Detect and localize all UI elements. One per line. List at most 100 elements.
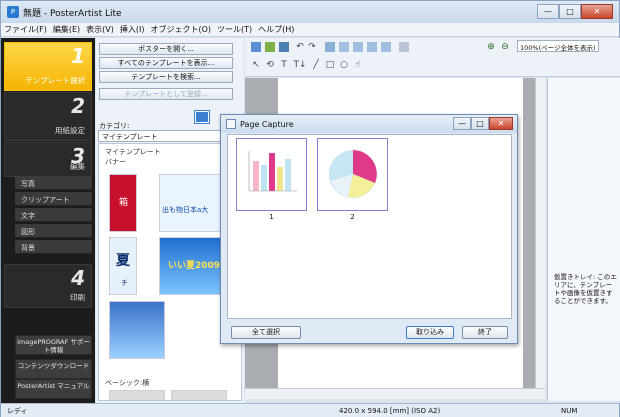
step-edit[interactable]: 3 編集 [4,142,92,177]
step-template-select[interactable]: 1 テンプレート選択 [4,42,92,91]
zoom-in-icon[interactable]: ⊕ [486,42,496,52]
edit-item-clipart[interactable]: クリップアート [15,192,92,206]
capture-thumb-1[interactable] [236,138,307,211]
window-title: 無題 - PosterArtist Lite [23,8,122,19]
select-all-button[interactable]: 全て選択 [231,326,301,339]
edit-item-text[interactable]: 文字 [15,208,92,222]
text-icon[interactable]: T [279,60,289,70]
step-label: 印刷 [70,293,85,302]
status-bar: レディ 420.0 x 594.0 [mm] (ISO A2) NUM [1,403,619,417]
app-icon: P [7,6,19,18]
zoom-select[interactable]: 100%(ページ全体を表示) [517,40,599,52]
capture-number: 1 [269,213,274,221]
vertical-text-icon[interactable]: T↓ [293,60,307,70]
search-templates-button[interactable]: テンプレートを検索... [99,71,233,83]
thumb-text: 夏 [116,253,130,269]
dialog-title-bar: Page Capture — □ ✕ [221,115,517,133]
undo-icon[interactable]: ↶ [295,42,305,52]
status-paper-size: 420.0 x 594.0 [mm] (ISO A2) [339,406,441,415]
dialog-icon [226,119,236,129]
edit-item-shape[interactable]: 図形 [15,224,92,238]
template-thumb[interactable]: 箱 [109,174,137,232]
workflow-nav: 1 テンプレート選択 2 用紙設定 3 編集 写真 クリップアート 文字 図形 … [1,38,95,403]
manual-button[interactable]: PosterArtist マニュアル [15,379,92,399]
exit-button[interactable]: 終了 [462,326,508,339]
support-info-button[interactable]: imagePROGRAF サポート情報 [15,335,92,355]
thumb-text: チ [121,279,128,287]
tray-hint: 仮置きトレイ: このエリアに、テンプレートや画像を仮置きすることができます。 [554,273,617,305]
show-all-templates-button[interactable]: すべてのテンプレートを表示... [99,57,233,69]
grid-view-icon[interactable] [194,110,210,124]
step-paper-settings[interactable]: 2 用紙設定 [4,92,92,141]
app-window: P 無題 - PosterArtist Lite — □ ✕ ファイル(F) 編… [0,0,620,417]
step-print[interactable]: 4 印刷 [4,264,92,308]
capture-number: 2 [350,213,355,221]
bar-chart-preview [248,151,297,192]
edit-item-background[interactable]: 背景 [15,240,92,254]
align-icon[interactable] [325,42,335,52]
menu-object[interactable]: オブジェクト(O) [147,23,214,36]
edit-item-photo[interactable]: 写真 [15,176,92,190]
menu-bar: ファイル(F) 編集(E) 表示(V) 挿入(I) オブジェクト(O) ツール(… [1,23,619,37]
dialog-maximize-button[interactable]: □ [471,117,489,130]
rotate-icon[interactable]: ⟲ [265,60,275,70]
maximize-button[interactable]: □ [559,4,581,19]
status-ready: レディ [7,406,28,415]
template-thumb[interactable] [109,390,165,400]
dialog-title: Page Capture [240,119,294,129]
zoom-out-icon[interactable]: ⊖ [500,42,510,52]
pointer-icon[interactable]: ↖ [251,60,261,70]
tree-banner[interactable]: バナー [105,157,126,167]
menu-tools[interactable]: ツール(T) [214,23,255,36]
flip-icon[interactable] [353,42,363,52]
step-number: 1 [71,44,85,68]
status-num: NUM [561,406,578,415]
open-poster-button[interactable]: ポスターを開く... [99,43,233,55]
save-icon[interactable] [279,42,289,52]
toolbar: ↶ ↷ ⊕ ⊖ 100%(ページ全体を表示) ↖ ⟲ T T↓ ╱ □ ○ ☝ [245,38,620,77]
thumb-text: 出も物日本a大 [162,206,209,214]
template-thumb[interactable]: 夏 チ [109,237,137,295]
menu-edit[interactable]: 編集(E) [50,23,83,36]
import-button[interactable]: 取り込み [406,326,454,339]
thumb-text: 箱 [119,198,129,208]
order-icon[interactable] [381,42,391,52]
redo-icon[interactable]: ↷ [307,42,317,52]
step-number: 2 [71,94,85,118]
menu-help[interactable]: ヘルプ(H) [255,23,297,36]
rectangle-icon[interactable]: □ [325,60,335,70]
group-icon[interactable] [367,42,377,52]
distribute-icon[interactable] [339,42,349,52]
line-icon[interactable]: ╱ [311,60,321,70]
horizontal-scrollbar[interactable] [245,388,545,399]
open-icon[interactable] [265,42,275,52]
minimize-button[interactable]: — [537,4,559,19]
lock-icon[interactable] [399,42,409,52]
content-download-button[interactable]: コンテンツダウンロード [15,359,92,379]
pie-chart-preview [329,150,377,198]
hand-icon[interactable]: ☝ [353,60,363,70]
new-icon[interactable] [251,42,261,52]
temporary-tray[interactable]: 仮置きトレイ: このエリアに、テンプレートや画像を仮置きすることができます。 [547,78,620,401]
menu-view[interactable]: 表示(V) [83,23,117,36]
dialog-minimize-button[interactable]: — [453,117,471,130]
thumb-text: いい夏2009 [168,261,221,271]
menu-insert[interactable]: 挿入(I) [117,23,148,36]
capture-list[interactable]: 1 2 [227,134,512,319]
step-label: 用紙設定 [55,126,85,135]
template-thumb[interactable] [171,390,227,400]
menu-file[interactable]: ファイル(F) [1,23,50,36]
page-capture-dialog: Page Capture — □ ✕ 1 2 全て選択 取り込み 終了 [220,114,518,344]
step-label: テンプレート選択 [25,76,85,85]
title-bar: P 無題 - PosterArtist Lite — □ ✕ [1,1,619,23]
ellipse-icon[interactable]: ○ [339,60,349,70]
capture-thumb-2[interactable] [317,138,388,211]
register-template-button[interactable]: テンプレートとして登録... [99,88,233,100]
close-button[interactable]: ✕ [581,4,613,19]
vertical-scrollbar[interactable] [535,78,545,388]
template-thumb[interactable] [109,301,165,359]
dialog-close-button[interactable]: ✕ [489,117,513,130]
tree-basic-landscape[interactable]: ベーシック:横 [105,378,149,388]
step-label: 編集 [70,162,85,171]
tree-root[interactable]: マイテンプレート [105,147,161,157]
